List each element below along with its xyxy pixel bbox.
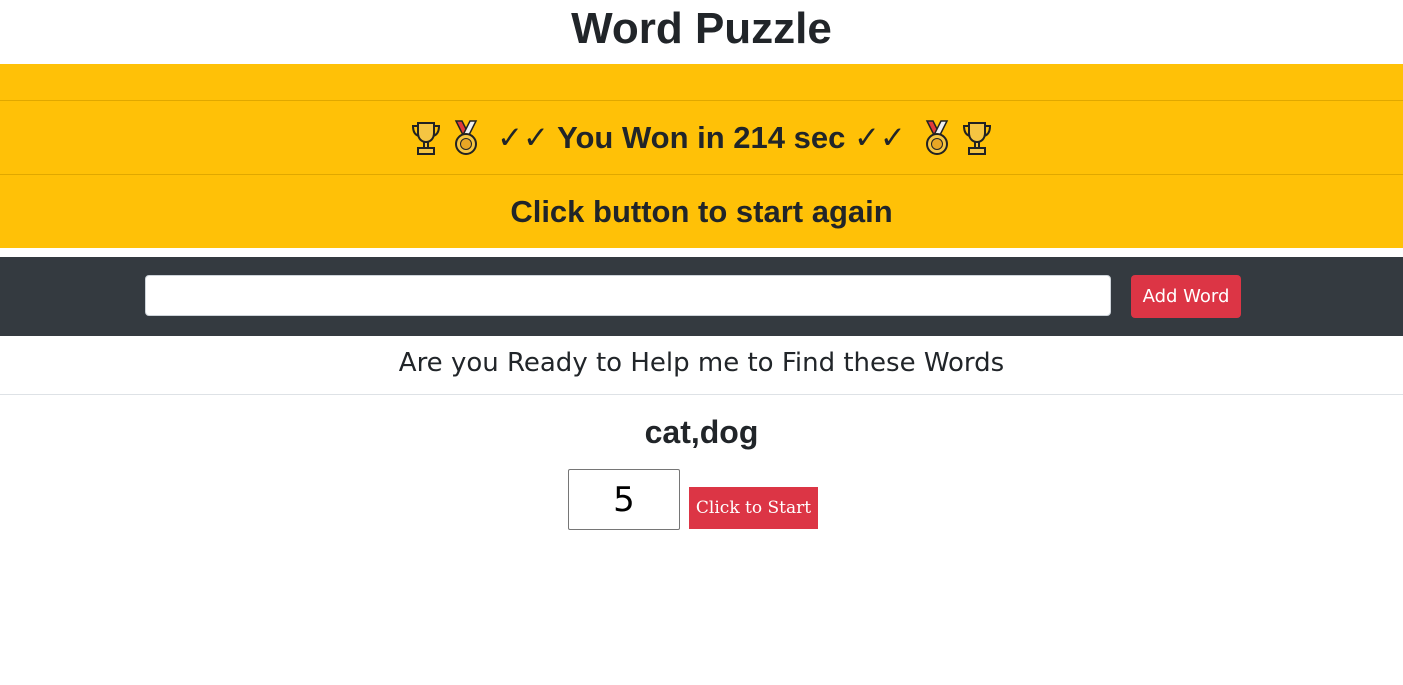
start-controls: Click to Start — [0, 436, 1403, 536]
result-banner: ✓✓ You Won in 214 sec ✓✓ Click button to… — [0, 64, 1403, 248]
prompt-text: Are you Ready to Help me to Find these W… — [0, 336, 1403, 395]
add-word-toolbar: Add Word — [0, 257, 1403, 336]
medal-icon — [449, 119, 483, 157]
trophy-icon — [409, 119, 443, 157]
grid-size-input[interactable] — [568, 469, 680, 530]
add-word-button[interactable]: Add Word — [1131, 275, 1241, 318]
page-title: Word Puzzle — [571, 4, 832, 53]
word-input[interactable] — [145, 275, 1111, 316]
medal-icon — [920, 119, 954, 157]
trophy-icon — [960, 119, 994, 157]
start-button[interactable]: Click to Start — [689, 487, 818, 529]
won-message: ✓✓ You Won in 214 sec ✓✓ — [0, 101, 1403, 175]
divider — [0, 248, 1403, 257]
banner-spacer — [0, 64, 1403, 101]
start-again-message: Click button to start again — [510, 193, 893, 229]
won-text: ✓✓ You Won in 214 sec ✓✓ — [497, 119, 906, 155]
